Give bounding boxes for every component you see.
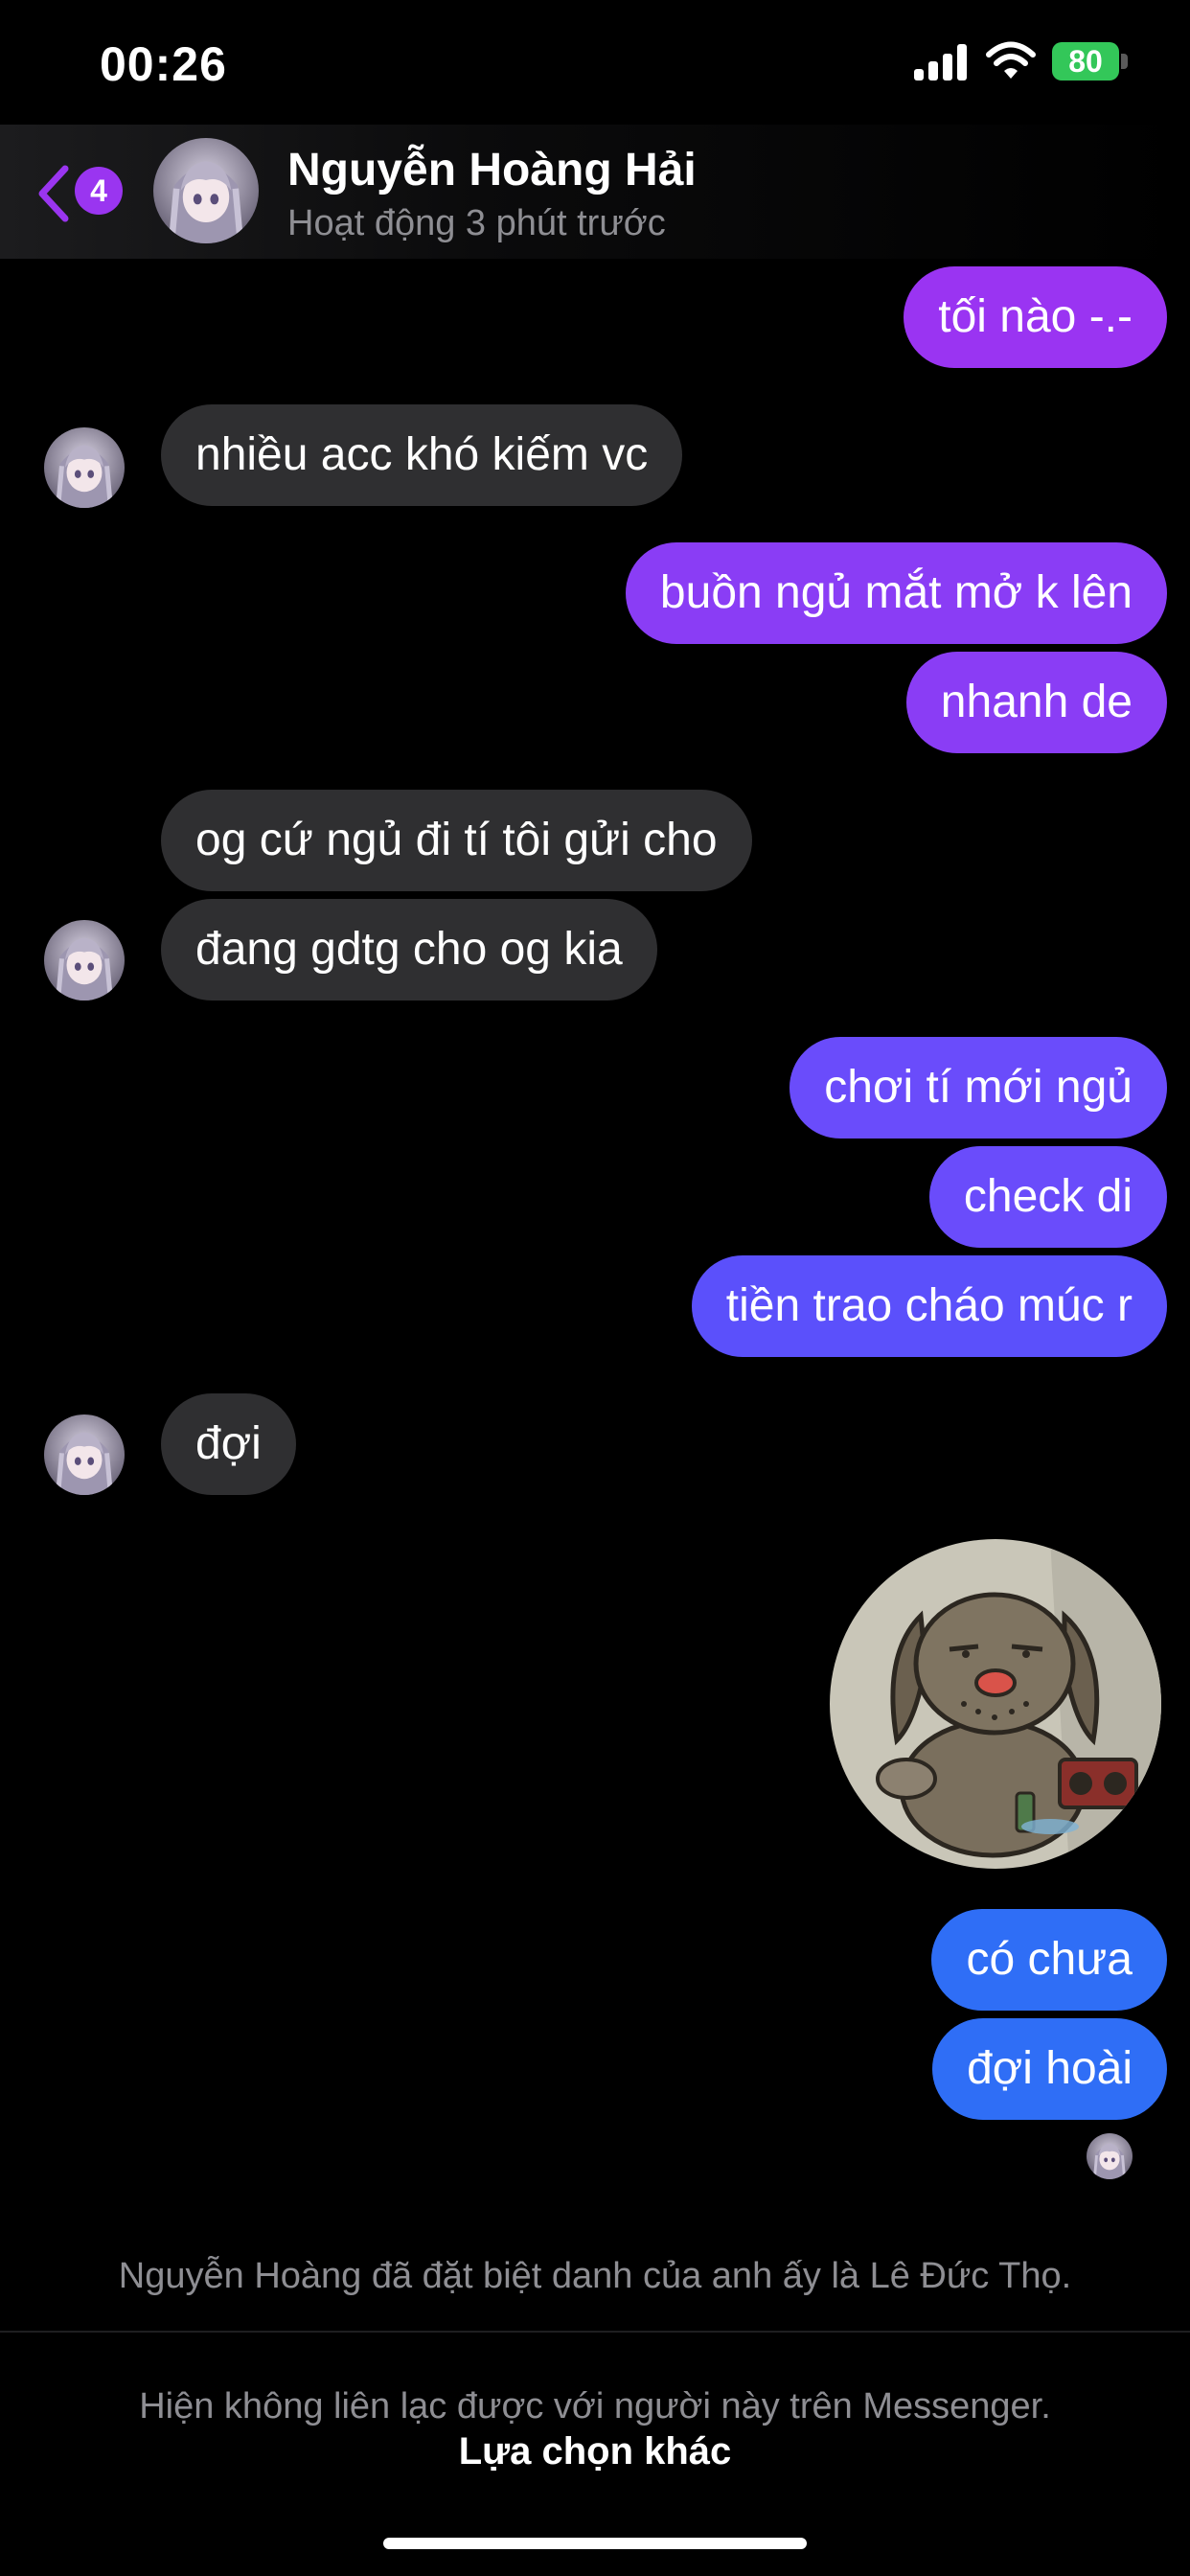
contact-name[interactable]: Nguyễn Hoàng Hải: [287, 144, 697, 196]
battery-level: 80: [1068, 43, 1103, 79]
read-receipt-avatar: [1087, 2133, 1133, 2179]
message-bubble-outgoing[interactable]: có chưa: [931, 1909, 1167, 2011]
contact-activity-status: Hoạt động 3 phút trước: [287, 203, 666, 243]
message-bubble-incoming[interactable]: og cứ ngủ đi tí tôi gửi cho: [161, 790, 752, 891]
message-bubble-incoming[interactable]: đợi: [161, 1393, 296, 1495]
message-bubble-outgoing[interactable]: buồn ngủ mắt mở k lên: [625, 542, 1167, 644]
sad-dog-sticker[interactable]: [830, 1539, 1161, 1869]
sender-avatar[interactable]: [44, 427, 125, 508]
battery-cap: [1121, 54, 1128, 69]
status-bar: 00:26 80: [0, 0, 1190, 134]
message-bubble-incoming[interactable]: nhiều acc khó kiếm vc: [161, 404, 683, 506]
contact-avatar[interactable]: [153, 138, 259, 243]
message-bubble-outgoing[interactable]: tối nào -.-: [904, 266, 1167, 368]
status-time: 00:26: [100, 37, 227, 91]
sad-dog-sticker-icon: [830, 1539, 1161, 1869]
message-bubble-incoming[interactable]: đang gdtg cho og kia: [161, 899, 657, 1000]
sender-avatar[interactable]: [44, 920, 125, 1000]
message-bubble-outgoing[interactable]: tiền trao cháo múc r: [691, 1255, 1167, 1357]
sender-avatar[interactable]: [44, 1414, 125, 1495]
conversation-header: 4 Nguyễn Hoàng Hải Hoạt động 3 phút trướ…: [0, 125, 1190, 259]
other-options-link[interactable]: Lựa chọn khác: [0, 2430, 1190, 2473]
wifi-icon: [986, 41, 1036, 79]
message-bubble-outgoing[interactable]: đợi hoài: [932, 2018, 1167, 2120]
cellular-signal-icon: [914, 44, 968, 80]
footer-divider: [0, 2331, 1190, 2333]
battery-icon: 80: [1052, 42, 1119, 80]
nickname-notice: Nguyễn Hoàng đã đặt biệt danh của anh ấy…: [118, 2256, 1072, 2296]
unread-count-badge: 4: [75, 167, 123, 215]
home-indicator[interactable]: [383, 2538, 807, 2549]
message-bubble-outgoing[interactable]: nhanh de: [905, 652, 1167, 753]
unavailable-notice: Hiện không liên lạc được với người này t…: [139, 2386, 1051, 2426]
message-bubble-outgoing[interactable]: check di: [928, 1146, 1167, 1248]
chevron-left-icon: [38, 165, 69, 222]
message-bubble-outgoing[interactable]: chơi tí mới ngủ: [790, 1037, 1167, 1138]
back-button[interactable]: 4: [34, 161, 140, 224]
